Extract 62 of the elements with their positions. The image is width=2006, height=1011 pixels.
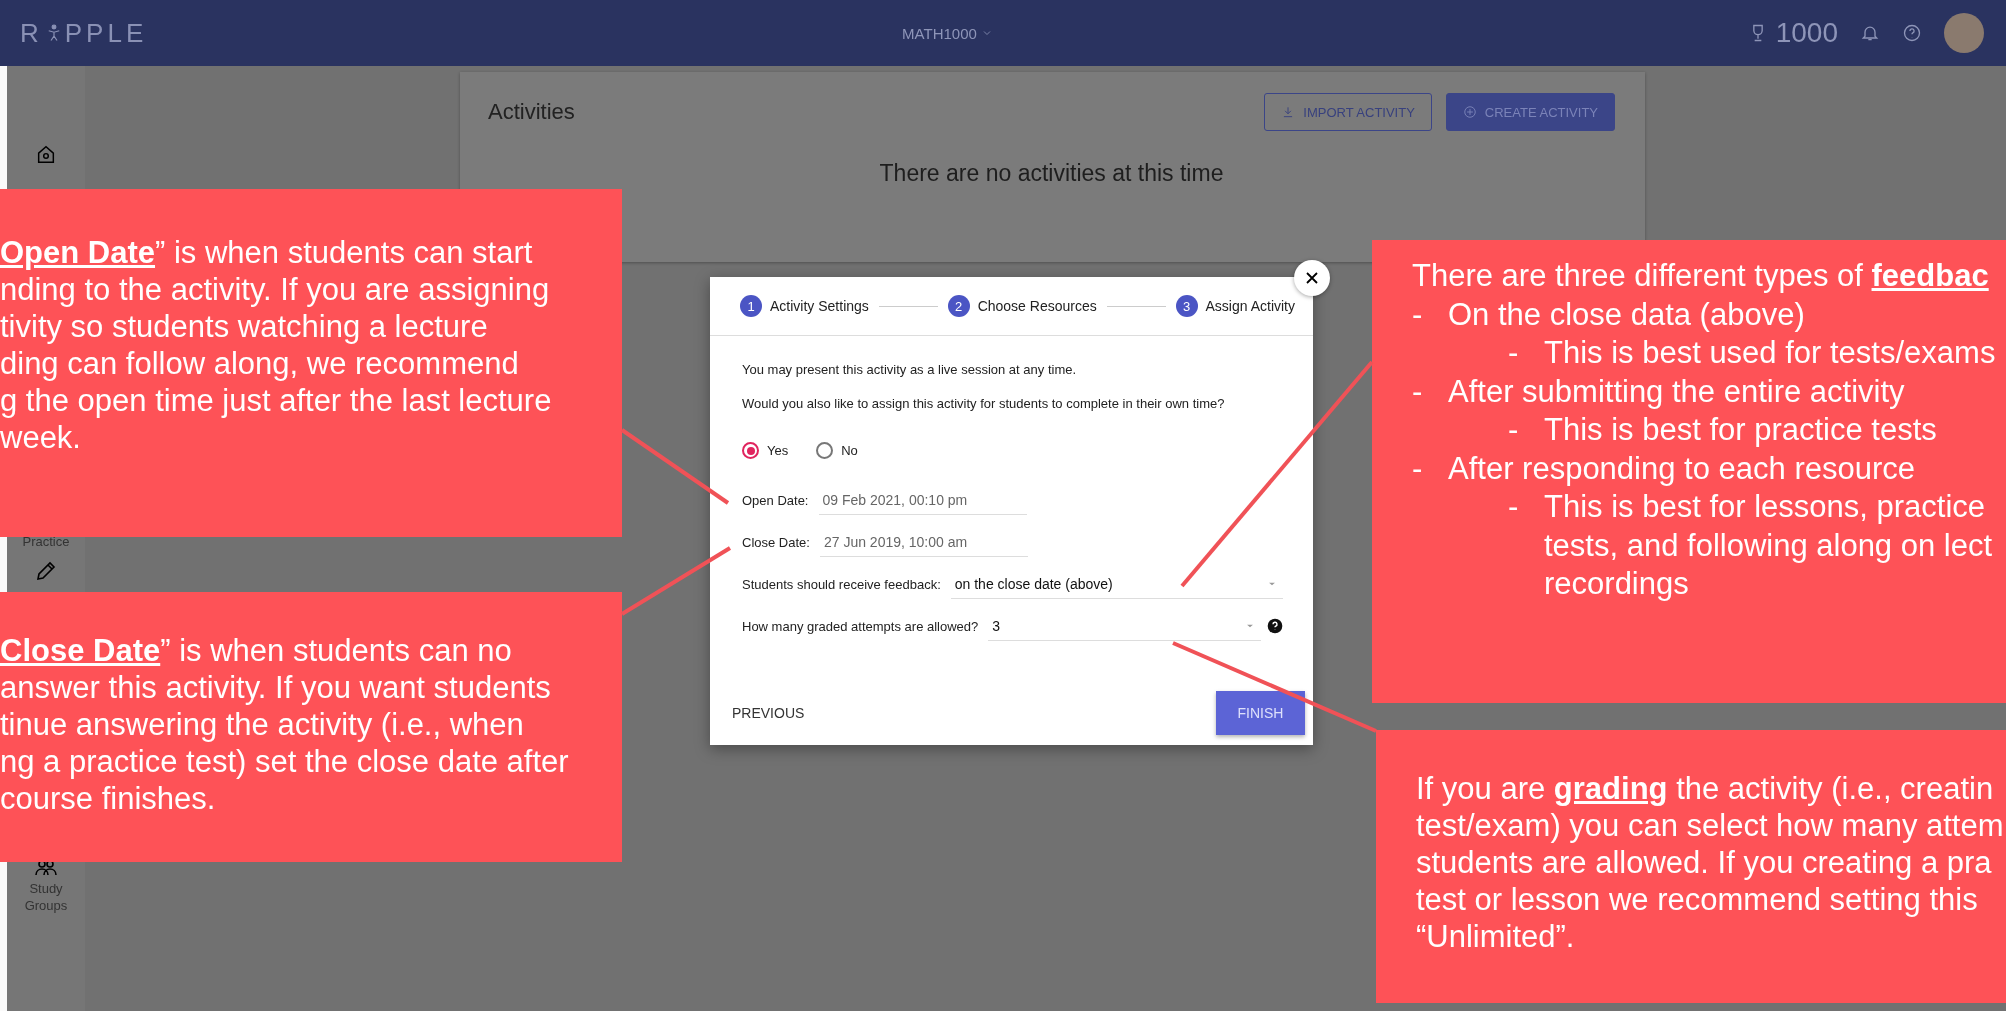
callout-text: After submitting the entire activity: [1448, 372, 1905, 411]
dropdown-field[interactable]: 3: [988, 611, 1261, 641]
callout-text: answer this activity. If you want students: [0, 669, 552, 706]
field-label: Open Date:: [742, 492, 809, 508]
step-label[interactable]: Assign Activity: [1205, 298, 1295, 314]
course-selector[interactable]: MATH1000: [902, 24, 977, 42]
dialog-text: Would you also like to assign this activity for students to complete in their own time?: [742, 396, 1226, 411]
step-number: 1: [740, 295, 762, 317]
callout-text: This is best used for tests/exams: [1544, 334, 1996, 372]
bullet-dash: -: [1508, 488, 1520, 526]
callout-text: tinue answering the activity (i.e., when: [0, 706, 525, 743]
callout-text: This is best for practice tests: [1544, 411, 1937, 449]
step-label[interactable]: Activity Settings: [770, 298, 869, 314]
field-label: How many graded attempts are allowed?: [742, 618, 979, 634]
callout-text: test/exam) you can select how many attem: [1416, 807, 2005, 844]
callout-text: On the close data (above): [1448, 295, 1805, 334]
callout-text: If you are grading the activity (i.e., creatin: [1416, 770, 1995, 807]
callout-text: There are three different types of feedbac: [1412, 257, 1990, 295]
pencil-icon: [34, 559, 58, 583]
step-number: 2: [947, 295, 970, 317]
callout-text: After responding to each resource: [1448, 449, 1915, 488]
callout-text: tests, and following along on lect: [1544, 526, 1993, 565]
logo-text: PPLE: [64, 17, 148, 49]
finish-button[interactable]: FINISH: [1216, 691, 1305, 735]
home-icon: [35, 144, 57, 166]
callout-text: tivity so students watching a lecture: [0, 308, 489, 345]
callout-text: students are allowed. If you creating a pra: [1416, 844, 1993, 881]
close-button[interactable]: [1294, 260, 1330, 296]
bullet-dash: -: [1412, 372, 1424, 411]
bullet-dash: -: [1412, 295, 1424, 334]
callout-text: recordings: [1544, 565, 1690, 603]
help-icon[interactable]: [1267, 618, 1283, 634]
bullet-dash: -: [1508, 411, 1520, 449]
avatar[interactable]: [1944, 13, 1984, 53]
callout-text: Close Date” is when students can no: [0, 632, 513, 669]
callout-text: nding to the activity. If you are assigning: [0, 271, 551, 308]
empty-message: There are no activities at this time: [878, 160, 1225, 187]
step-number: 3: [1175, 295, 1198, 317]
callout-text: “Unlimited”.: [1416, 918, 1576, 955]
help-icon: [1902, 23, 1922, 43]
points-count: 1000: [1775, 17, 1838, 49]
step-label[interactable]: Choose Resources: [977, 298, 1097, 314]
callout-text: ng a practice test) set the close date after: [0, 743, 570, 780]
callout-text: Open Date” is when students can start: [0, 234, 534, 271]
callout-text: g the open time just after the last lecture: [0, 382, 553, 419]
previous-button[interactable]: PREVIOUS: [732, 697, 805, 729]
card-title: Activities: [488, 99, 576, 125]
radio-option[interactable]: Yes: [742, 442, 789, 459]
callout-text: test or lesson we recommend setting this: [1416, 881, 1979, 918]
logo-text: R: [20, 17, 43, 49]
field-label: Students should receive feedback:: [742, 576, 941, 592]
bullet-dash: -: [1412, 449, 1424, 488]
callout-text: This is best for lessons, practice: [1544, 488, 1987, 526]
callout-text: ding can follow along, we recommend: [0, 345, 520, 382]
radio-option[interactable]: No: [816, 442, 858, 459]
callout-text: course finishes.: [0, 780, 217, 817]
field-label: Close Date:: [742, 534, 810, 550]
dialog-text: You may present this activity as a live session at any time.: [742, 362, 1078, 377]
bullet-dash: -: [1508, 334, 1520, 372]
callout-text: week.: [0, 419, 82, 456]
dropdown-field[interactable]: on the close date (above): [950, 569, 1283, 599]
plus-circle-icon: [1462, 105, 1477, 119]
